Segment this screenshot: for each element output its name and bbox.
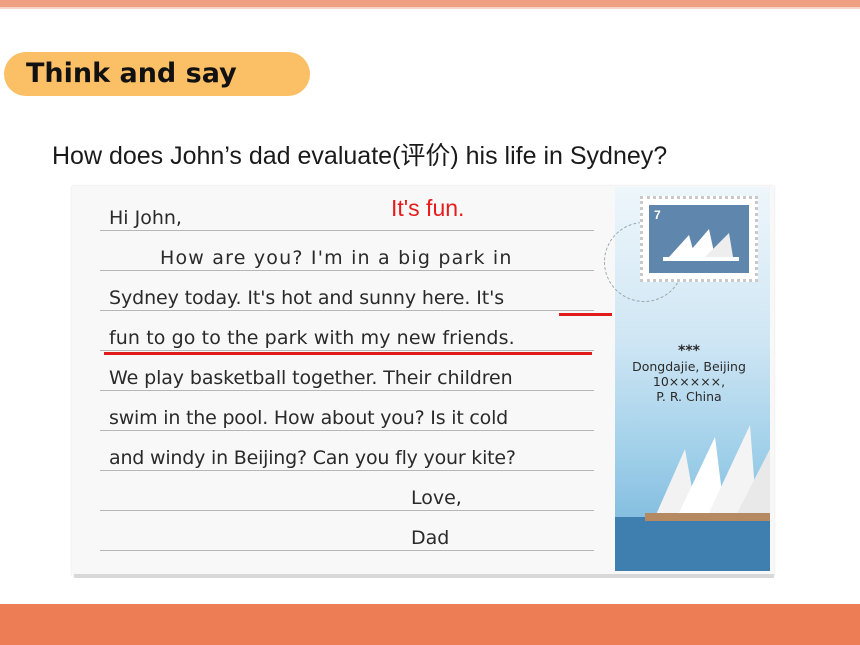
postcard-address: *** Dongdajie, Beijing 10×××××, P. R. Ch… — [630, 343, 748, 405]
letter-rule — [100, 510, 594, 511]
letter-line: and windy in Beijing? Can you fly your k… — [109, 447, 516, 469]
letter-line-highlighted: fun to go to the park with my new friend… — [109, 327, 515, 349]
address-line: Dongdajie, Beijing — [632, 359, 746, 374]
stamp-image: 7 — [649, 205, 749, 273]
bottom-band — [0, 604, 860, 645]
postcard-shadow — [74, 574, 774, 578]
postage-stamp: 7 — [640, 196, 758, 282]
letter-line: How are you? I'm in a big park in — [160, 247, 513, 269]
letter-line: Sydney today. It's hot and sunny here. I… — [109, 287, 505, 309]
question-text: How does John’s dad evaluate(评价) his lif… — [52, 142, 668, 170]
answer-text: It's fun. — [391, 195, 465, 221]
top-stripe — [0, 0, 860, 7]
address-line: 10×××××, — [652, 374, 726, 389]
answer-underline — [104, 352, 592, 355]
stamp-opera-house-icon — [663, 229, 739, 261]
letter-line: We play basketball together. Their child… — [109, 367, 513, 389]
letter-closing: Love, — [411, 487, 462, 509]
section-title: Think and say — [26, 58, 237, 89]
address-stars: *** — [678, 343, 700, 359]
address-line: P. R. China — [656, 389, 722, 404]
letter-signature: Dad — [411, 527, 450, 549]
letter-greeting: Hi John, — [109, 207, 182, 229]
top-stripe-line — [0, 7, 860, 9]
letter-line: swim in the pool. How about you? Is it c… — [109, 407, 509, 429]
answer-underline — [559, 313, 612, 316]
letter-rule — [100, 550, 594, 551]
